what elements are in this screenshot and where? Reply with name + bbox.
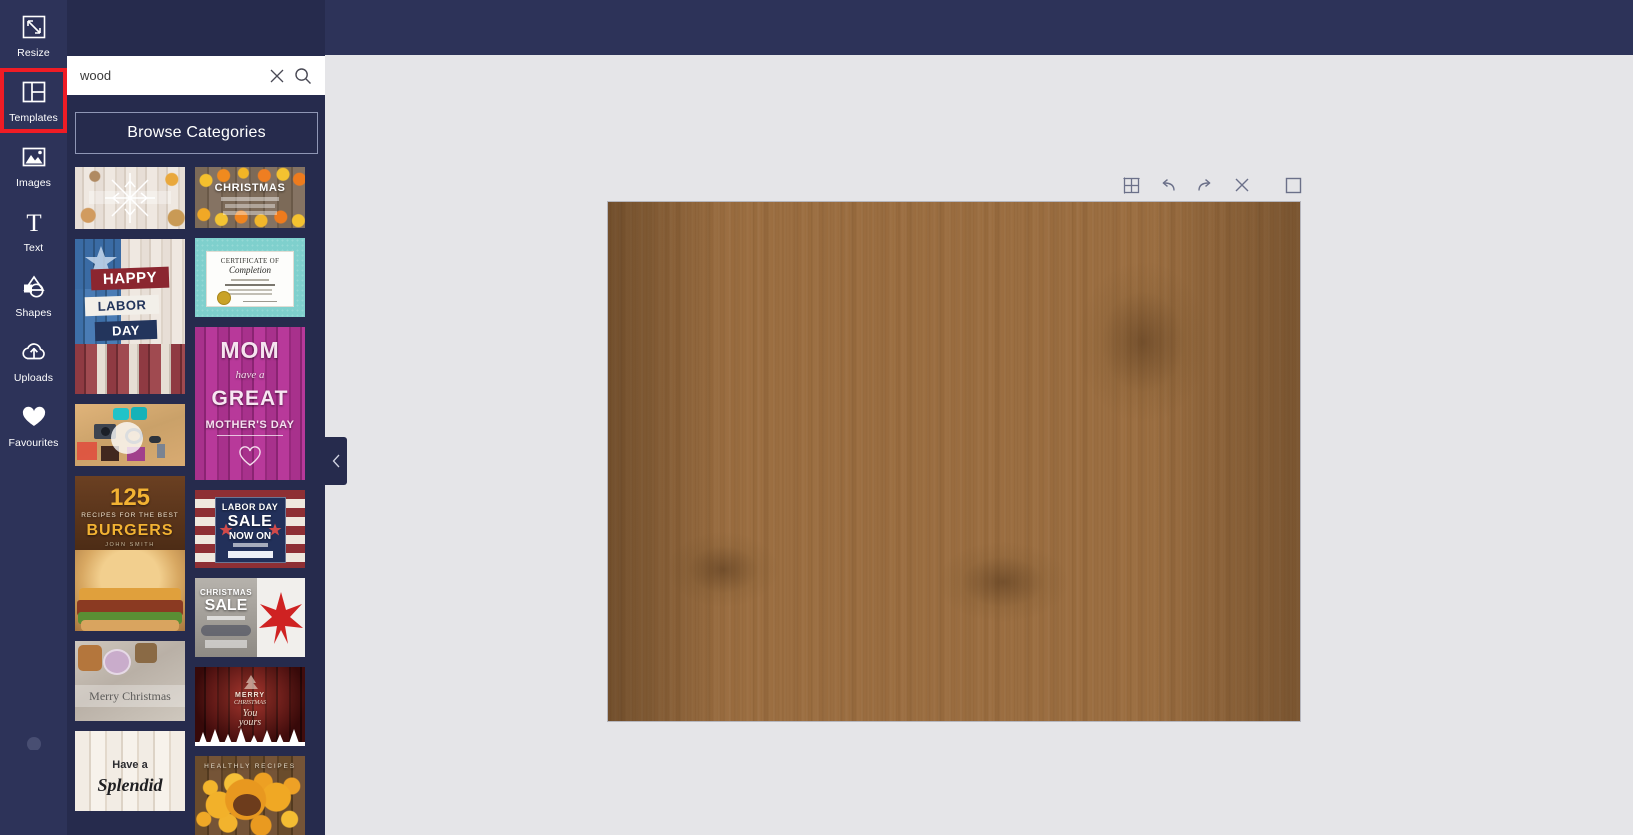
heart-icon: [239, 446, 261, 466]
sidebar-item-label: Favourites: [8, 437, 59, 449]
shapes-icon: [21, 272, 47, 302]
search-input[interactable]: [80, 57, 264, 94]
sidebar-item-label: Images: [15, 177, 52, 189]
canvas-toolbar: [1120, 170, 1305, 200]
search-icon[interactable]: [290, 57, 316, 94]
templates-icon: [21, 77, 47, 107]
template-thumb-mothers-day[interactable]: MOM have a GREAT MOTHER'S DAY: [195, 326, 305, 480]
template-thumb-labor-day-sale[interactable]: LABOR DAY SALE NOW ON: [195, 489, 305, 569]
thumb-text-sale: SALE: [227, 512, 273, 530]
clear-search-icon[interactable]: [264, 57, 290, 94]
redo-icon[interactable]: [1194, 173, 1217, 197]
left-tool-rail: Resize Templates Images T Text Shapes Up…: [0, 0, 67, 835]
template-thumb-happy-labor-day[interactable]: HAPPY LABOR DAY: [75, 239, 185, 394]
thumb-text-labor: LABOR: [97, 297, 147, 314]
template-thumb-merry-christmas[interactable]: Merry Christmas: [75, 641, 185, 721]
thumb-text-sale2: SALE: [204, 597, 248, 615]
thumb-text-have-a: Have a: [112, 759, 148, 771]
thumb-text-recipes: RECIPES FOR THE BEST: [81, 512, 179, 519]
thumb-text-author: JOHN SMITH: [105, 542, 155, 548]
images-icon: [21, 142, 47, 172]
thumb-text-mothers-day: MOTHER'S DAY: [205, 418, 295, 431]
text-icon: T: [21, 207, 47, 237]
sidebar-item-uploads[interactable]: Uploads: [0, 328, 67, 393]
close-icon[interactable]: [1230, 173, 1253, 197]
chevron-left-icon: [332, 454, 339, 468]
thumb-text-mom: MOM: [220, 336, 280, 363]
thumb-text-125: 125: [109, 484, 151, 511]
sidebar-item-label: Templates: [9, 112, 58, 124]
thumb-text-now-on: NOW ON: [228, 530, 272, 542]
thumb-text-day: DAY: [111, 322, 141, 339]
thumb-text-merry: MERRY: [234, 692, 266, 700]
thumb-text-splendid: Splendid: [97, 775, 163, 795]
sidebar-item-label: Text: [23, 242, 44, 254]
sidebar-item-label: Resize: [17, 47, 50, 59]
wood-background-canvas[interactable]: [607, 201, 1301, 722]
template-thumb-125-burgers[interactable]: 125 RECIPES FOR THE BEST BURGERS JOHN SM…: [75, 476, 185, 631]
sidebar-item-text[interactable]: T Text: [0, 198, 67, 263]
thumb-text-happy: HAPPY: [102, 269, 158, 288]
browse-categories-button[interactable]: Browse Categories: [75, 112, 318, 154]
grid-icon[interactable]: [1120, 173, 1143, 197]
template-thumb-snowflake[interactable]: [75, 167, 185, 229]
template-thumb-certificate[interactable]: CERTIFICATE OF Completion: [195, 238, 305, 317]
template-thumb-merry-christmas-red[interactable]: MERRY CHRISTMAS You yours: [195, 667, 305, 747]
square-icon[interactable]: [1282, 173, 1305, 197]
search-bar: [67, 56, 325, 95]
sidebar-item-shapes[interactable]: Shapes: [0, 263, 67, 328]
thumb-text-burgers: BURGERS: [86, 522, 174, 539]
sidebar-item-resize[interactable]: Resize: [0, 3, 67, 68]
canvas-shading-left: [608, 202, 728, 721]
template-thumb-have-a-splendid[interactable]: Have a Splendid: [75, 731, 185, 811]
thumb-text-christmas: CHRISTMAS: [214, 182, 286, 194]
tree-silhouette: [195, 728, 305, 747]
sidebar-item-more[interactable]: [0, 720, 67, 754]
app-root: Resize Templates Images T Text Shapes Up…: [0, 0, 1633, 835]
more-icon: [21, 722, 47, 752]
uploads-icon: [20, 337, 48, 367]
thumb-text-have-a: have a: [235, 368, 265, 381]
sidebar-item-label: Shapes: [15, 307, 52, 319]
sidebar-item-images[interactable]: Images: [0, 133, 67, 198]
canvas-shading-right: [1150, 202, 1300, 721]
heart-icon: [20, 402, 48, 432]
template-thumb-healthly-recipes[interactable]: HEALTHLY RECIPES: [195, 756, 305, 835]
thumb-text-completion: Completion: [229, 265, 271, 276]
undo-icon[interactable]: [1157, 173, 1180, 197]
template-results-grid[interactable]: HAPPY LABOR DAY 125 RECIPES FOR THE BEST…: [75, 167, 319, 835]
thumb-text-great: GREAT: [211, 386, 289, 410]
thumb-text-christmas-script: CHRISTMAS: [234, 700, 266, 707]
sidebar-item-templates[interactable]: Templates: [0, 68, 67, 133]
wood-knot: [938, 542, 1068, 622]
template-thumb-travel-flatlay[interactable]: [75, 404, 185, 466]
collapse-panel-button[interactable]: [325, 437, 347, 485]
thumb-text-certificate-of: CERTIFICATE OF: [220, 257, 280, 266]
sidebar-item-label: Uploads: [13, 372, 54, 384]
workspace: [325, 55, 1633, 835]
template-thumb-christmas-lights[interactable]: CHRISTMAS: [195, 167, 305, 229]
thumb-text-merry-christmas: Merry Christmas: [89, 689, 171, 703]
thumb-text-labor-day: LABOR DAY: [221, 501, 279, 512]
template-thumb-christmas-sale[interactable]: CHRISTMAS SALE: [195, 578, 305, 658]
resize-icon: [21, 12, 47, 42]
sidebar-item-favourites[interactable]: Favourites: [0, 393, 67, 458]
templates-panel: Browse Categories: [67, 0, 325, 835]
svg-text:T: T: [26, 210, 41, 235]
